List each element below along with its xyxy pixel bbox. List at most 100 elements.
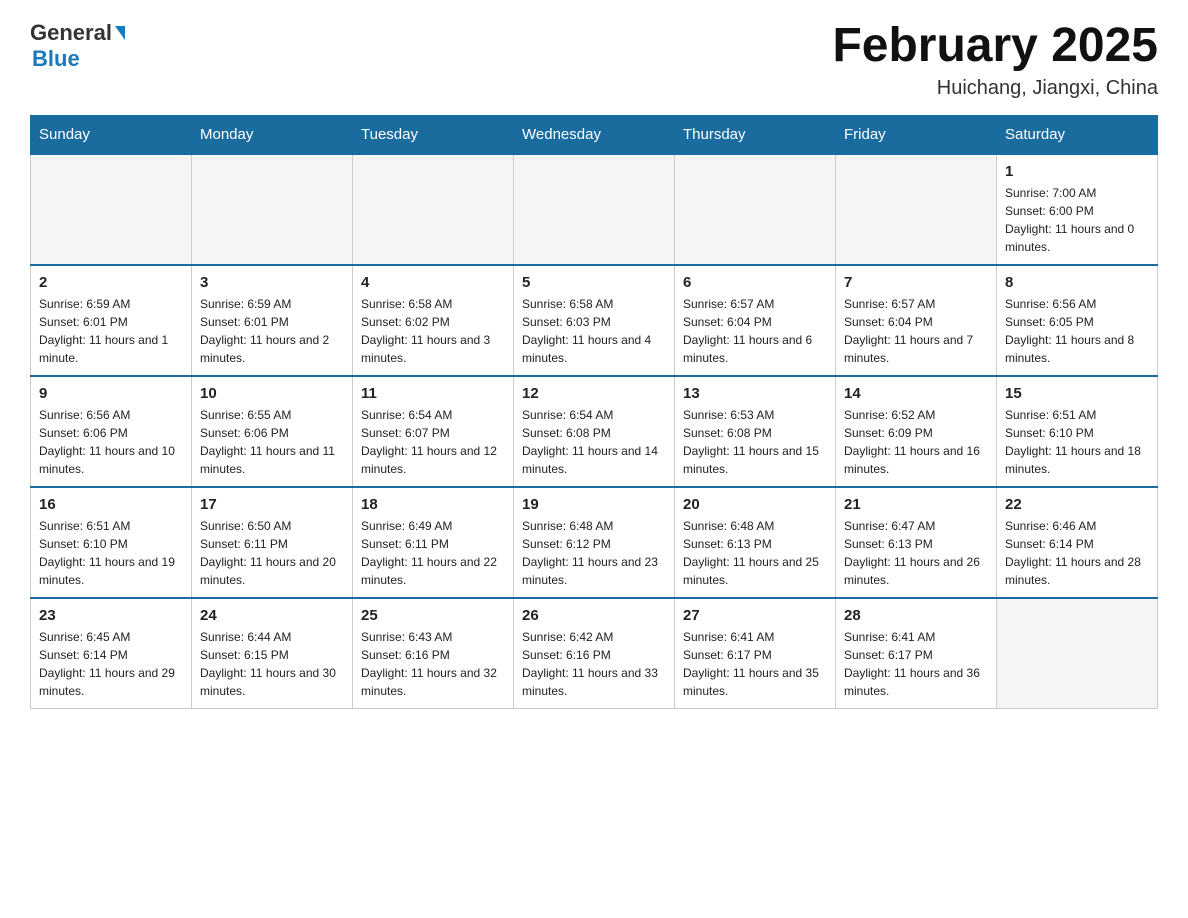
calendar-cell: 23 Sunrise: 6:45 AM Sunset: 6:14 PM Dayli…	[31, 598, 192, 709]
day-number: 25	[361, 607, 505, 624]
calendar-cell: 14 Sunrise: 6:52 AM Sunset: 6:09 PM Dayli…	[836, 376, 997, 487]
day-number: 16	[39, 496, 183, 513]
day-info: Sunrise: 6:57 AM Sunset: 6:04 PM Dayligh…	[683, 297, 812, 365]
calendar-cell: 25 Sunrise: 6:43 AM Sunset: 6:16 PM Dayli…	[353, 598, 514, 709]
calendar-cell: 18Sunrise: 6:49 AM Sunset: 6:11 PM Dayli…	[353, 487, 514, 598]
calendar-cell: 3 Sunrise: 6:59 AM Sunset: 6:01 PM Daylig…	[192, 265, 353, 376]
calendar-cell: 15 Sunrise: 6:51 AM Sunset: 6:10 PM Dayli…	[997, 376, 1158, 487]
col-header-saturday: Saturday	[997, 115, 1158, 154]
day-info: Sunrise: 6:52 AM Sunset: 6:09 PM Dayligh…	[844, 408, 980, 476]
day-number: 11	[361, 385, 505, 402]
calendar-week-row: 23 Sunrise: 6:45 AM Sunset: 6:14 PM Dayli…	[31, 598, 1158, 709]
day-number: 2	[39, 274, 183, 291]
calendar-cell: 12 Sunrise: 6:54 AM Sunset: 6:08 PM Dayli…	[514, 376, 675, 487]
day-info: Sunrise: 6:51 AM Sunset: 6:10 PM Dayligh…	[39, 519, 175, 587]
day-info: Sunrise: 6:54 AM Sunset: 6:08 PM Dayligh…	[522, 408, 658, 476]
logo-top: General	[30, 20, 127, 46]
day-info: Sunrise: 6:48 AM Sunset: 6:13 PM Dayligh…	[683, 519, 819, 587]
day-number: 22	[1005, 496, 1149, 513]
calendar-table: Sunday Monday Tuesday Wednesday Thursday…	[30, 115, 1158, 709]
calendar-week-row: 1 Sunrise: 7:00 AM Sunset: 6:00 PM Daylig…	[31, 154, 1158, 265]
day-info: Sunrise: 6:51 AM Sunset: 6:10 PM Dayligh…	[1005, 408, 1141, 476]
day-info: Sunrise: 6:56 AM Sunset: 6:05 PM Dayligh…	[1005, 297, 1134, 365]
day-number: 9	[39, 385, 183, 402]
day-info: Sunrise: 6:43 AM Sunset: 6:16 PM Dayligh…	[361, 630, 497, 698]
day-info: Sunrise: 6:46 AM Sunset: 6:14 PM Dayligh…	[1005, 519, 1141, 587]
col-header-monday: Monday	[192, 115, 353, 154]
calendar-cell: 6Sunrise: 6:57 AM Sunset: 6:04 PM Daylig…	[675, 265, 836, 376]
day-info: Sunrise: 7:00 AM Sunset: 6:00 PM Dayligh…	[1005, 186, 1134, 254]
logo-arrow-icon	[115, 26, 125, 40]
calendar-header: Sunday Monday Tuesday Wednesday Thursday…	[31, 115, 1158, 154]
day-number: 23	[39, 607, 183, 624]
calendar-cell	[514, 154, 675, 265]
calendar-cell: 10 Sunrise: 6:55 AM Sunset: 6:06 PM Dayli…	[192, 376, 353, 487]
day-info: Sunrise: 6:45 AM Sunset: 6:14 PM Dayligh…	[39, 630, 175, 698]
calendar-cell: 24 Sunrise: 6:44 AM Sunset: 6:15 PM Dayli…	[192, 598, 353, 709]
day-number: 20	[683, 496, 827, 513]
col-header-thursday: Thursday	[675, 115, 836, 154]
day-info: Sunrise: 6:41 AM Sunset: 6:17 PM Dayligh…	[844, 630, 980, 698]
calendar-cell: 22 Sunrise: 6:46 AM Sunset: 6:14 PM Dayli…	[997, 487, 1158, 598]
calendar-cell: 27Sunrise: 6:41 AM Sunset: 6:17 PM Dayli…	[675, 598, 836, 709]
calendar-cell: 11 Sunrise: 6:54 AM Sunset: 6:07 PM Dayli…	[353, 376, 514, 487]
day-info: Sunrise: 6:59 AM Sunset: 6:01 PM Dayligh…	[39, 297, 168, 365]
calendar-cell: 21Sunrise: 6:47 AM Sunset: 6:13 PM Dayli…	[836, 487, 997, 598]
day-number: 28	[844, 607, 988, 624]
day-info: Sunrise: 6:54 AM Sunset: 6:07 PM Dayligh…	[361, 408, 497, 476]
day-info: Sunrise: 6:59 AM Sunset: 6:01 PM Dayligh…	[200, 297, 329, 365]
calendar-cell	[192, 154, 353, 265]
calendar-week-row: 2 Sunrise: 6:59 AM Sunset: 6:01 PM Daylig…	[31, 265, 1158, 376]
day-number: 17	[200, 496, 344, 513]
calendar-cell: 17 Sunrise: 6:50 AM Sunset: 6:11 PM Dayli…	[192, 487, 353, 598]
calendar-week-row: 16 Sunrise: 6:51 AM Sunset: 6:10 PM Dayli…	[31, 487, 1158, 598]
calendar-cell: 20 Sunrise: 6:48 AM Sunset: 6:13 PM Dayli…	[675, 487, 836, 598]
day-number: 27	[683, 607, 827, 624]
col-header-friday: Friday	[836, 115, 997, 154]
month-year-title: February 2025	[832, 20, 1158, 73]
calendar-cell	[997, 598, 1158, 709]
page-header: General Blue February 2025 Huichang, Jia…	[30, 20, 1158, 100]
day-info: Sunrise: 6:55 AM Sunset: 6:06 PM Dayligh…	[200, 408, 335, 476]
day-number: 14	[844, 385, 988, 402]
day-info: Sunrise: 6:53 AM Sunset: 6:08 PM Dayligh…	[683, 408, 819, 476]
calendar-cell: 4 Sunrise: 6:58 AM Sunset: 6:02 PM Daylig…	[353, 265, 514, 376]
calendar-cell: 26Sunrise: 6:42 AM Sunset: 6:16 PM Dayli…	[514, 598, 675, 709]
day-number: 15	[1005, 385, 1149, 402]
day-number: 4	[361, 274, 505, 291]
day-info: Sunrise: 6:48 AM Sunset: 6:12 PM Dayligh…	[522, 519, 658, 587]
calendar-body: 1 Sunrise: 7:00 AM Sunset: 6:00 PM Daylig…	[31, 154, 1158, 709]
day-number: 13	[683, 385, 827, 402]
day-info: Sunrise: 6:42 AM Sunset: 6:16 PM Dayligh…	[522, 630, 658, 698]
location-subtitle: Huichang, Jiangxi, China	[832, 77, 1158, 100]
day-number: 21	[844, 496, 988, 513]
day-number: 3	[200, 274, 344, 291]
calendar-cell: 8Sunrise: 6:56 AM Sunset: 6:05 PM Daylig…	[997, 265, 1158, 376]
day-number: 5	[522, 274, 666, 291]
calendar-cell	[675, 154, 836, 265]
day-number: 18	[361, 496, 505, 513]
day-info: Sunrise: 6:44 AM Sunset: 6:15 PM Dayligh…	[200, 630, 336, 698]
calendar-cell: 16 Sunrise: 6:51 AM Sunset: 6:10 PM Dayli…	[31, 487, 192, 598]
title-area: February 2025 Huichang, Jiangxi, China	[832, 20, 1158, 100]
col-header-sunday: Sunday	[31, 115, 192, 154]
col-header-tuesday: Tuesday	[353, 115, 514, 154]
calendar-cell	[31, 154, 192, 265]
logo-general-text: General	[30, 20, 112, 46]
day-info: Sunrise: 6:50 AM Sunset: 6:11 PM Dayligh…	[200, 519, 336, 587]
calendar-cell	[836, 154, 997, 265]
day-number: 19	[522, 496, 666, 513]
day-number: 1	[1005, 163, 1149, 180]
col-header-wednesday: Wednesday	[514, 115, 675, 154]
day-number: 10	[200, 385, 344, 402]
calendar-cell: 9 Sunrise: 6:56 AM Sunset: 6:06 PM Daylig…	[31, 376, 192, 487]
calendar-cell: 5Sunrise: 6:58 AM Sunset: 6:03 PM Daylig…	[514, 265, 675, 376]
calendar-cell: 19 Sunrise: 6:48 AM Sunset: 6:12 PM Dayli…	[514, 487, 675, 598]
header-row: Sunday Monday Tuesday Wednesday Thursday…	[31, 115, 1158, 154]
day-number: 24	[200, 607, 344, 624]
day-number: 12	[522, 385, 666, 402]
calendar-cell: 2 Sunrise: 6:59 AM Sunset: 6:01 PM Daylig…	[31, 265, 192, 376]
logo-blue-text: Blue	[32, 46, 80, 72]
day-info: Sunrise: 6:56 AM Sunset: 6:06 PM Dayligh…	[39, 408, 175, 476]
day-info: Sunrise: 6:58 AM Sunset: 6:02 PM Dayligh…	[361, 297, 490, 365]
